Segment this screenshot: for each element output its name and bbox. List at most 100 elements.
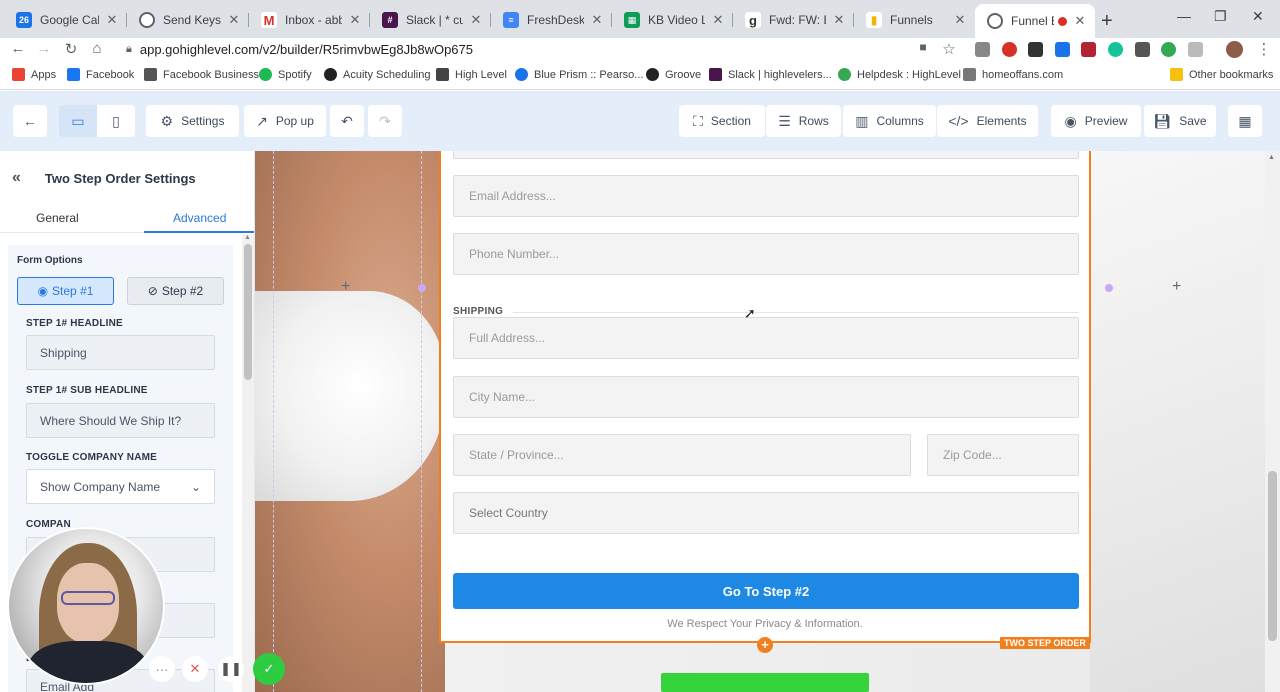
undo-button[interactable]: ↶ — [330, 105, 364, 137]
browser-tab[interactable]: ▮ Funnels ✕ — [854, 6, 975, 34]
two-step-order-form[interactable]: Email Address... Phone Number... SHIPPIN… — [439, 151, 1091, 643]
url-bar[interactable]: 🔒︎ app.gohighlevel.com/v2/builder/R5rimv… — [118, 38, 968, 60]
mobile-view-button[interactable]: ▯ — [97, 105, 135, 137]
add-column-icon[interactable]: + — [341, 278, 350, 296]
resize-handle[interactable] — [418, 284, 426, 292]
bookmark-spotify[interactable]: Spotify — [259, 68, 312, 81]
elements-button[interactable]: </> Elements — [937, 105, 1038, 137]
extension-icon[interactable] — [1161, 42, 1176, 57]
browser-tab-active[interactable]: Funnel Bu ✕ — [975, 4, 1095, 38]
extension-icon[interactable] — [1055, 42, 1070, 57]
rows-button[interactable]: ☰ Rows — [766, 105, 841, 137]
browser-tab[interactable]: ɡ Fwd: FW: Book ✕ — [733, 6, 854, 34]
city-field[interactable]: City Name... — [453, 376, 1079, 418]
bookmark-facebook[interactable]: Facebook — [67, 68, 134, 81]
redo-button[interactable]: ↷ — [368, 105, 402, 137]
bookmark-slack[interactable]: Slack | highlevelers... — [709, 68, 832, 81]
bookmark-groove[interactable]: Groove — [646, 68, 701, 81]
bookmark-blue-prism[interactable]: Blue Prism :: Pearso... — [515, 68, 643, 81]
close-icon[interactable]: ✕ — [469, 12, 483, 28]
add-element-icon[interactable]: + — [757, 637, 773, 653]
go-to-step2-button[interactable]: Go To Step #2 — [453, 573, 1079, 609]
canvas-scroll-thumb[interactable] — [1268, 471, 1277, 641]
close-icon[interactable]: ✕ — [1073, 13, 1087, 29]
extension-icon[interactable] — [1002, 42, 1017, 57]
step1-button[interactable]: ◉ Step #1 — [17, 277, 114, 305]
camera-icon[interactable]: ■ — [913, 40, 933, 54]
extension-icon[interactable] — [1028, 42, 1043, 57]
back-icon[interactable]: ← — [8, 40, 28, 57]
tab-advanced[interactable]: Advanced — [173, 211, 226, 225]
back-button[interactable]: ← — [13, 105, 47, 137]
bookmark-apps[interactable]: Apps — [12, 68, 56, 81]
browser-tab[interactable]: 26 Google Calendar ✕ — [4, 6, 127, 34]
maximize-icon[interactable]: ❐ — [1214, 8, 1227, 25]
step1-subheadline-input[interactable]: Where Should We Ship It? — [26, 403, 215, 438]
country-select[interactable]: Select Country — [453, 492, 1079, 534]
preview-button[interactable]: ◉ Preview — [1051, 105, 1141, 137]
green-button[interactable] — [661, 673, 869, 692]
address-field[interactable]: Full Address... — [453, 317, 1079, 359]
new-tab-button[interactable]: + — [1101, 10, 1113, 33]
zip-field[interactable]: Zip Code... — [927, 434, 1079, 476]
finish-recording-icon[interactable]: ✓ — [253, 653, 285, 685]
section-button[interactable]: ⛶ Section — [679, 105, 765, 137]
extension-icon[interactable] — [1108, 42, 1123, 57]
close-window-icon[interactable]: ✕ — [1252, 8, 1264, 25]
toggle-company-select[interactable]: Show Company Name ⌄ — [26, 469, 215, 504]
close-icon[interactable]: ✕ — [953, 12, 967, 28]
home-icon[interactable]: ⌂ — [87, 40, 107, 57]
forward-icon[interactable]: → — [34, 40, 54, 57]
panel-scrollbar[interactable]: ▲ — [242, 234, 254, 692]
step1-headline-input[interactable]: Shipping — [26, 335, 215, 370]
scroll-up-icon[interactable]: ▲ — [1268, 154, 1275, 161]
star-icon[interactable]: ☆ — [939, 40, 959, 58]
canvas-scrollbar[interactable]: ▲ — [1265, 151, 1280, 692]
close-icon[interactable]: ✕ — [590, 12, 604, 28]
email-field[interactable]: Email Address... — [453, 175, 1079, 217]
extension-icon[interactable] — [1135, 42, 1150, 57]
desktop-view-button[interactable]: ▭ — [59, 105, 97, 137]
tab-general[interactable]: General — [36, 211, 79, 225]
reload-icon[interactable]: ↻ — [61, 40, 81, 58]
browser-tab[interactable]: ▦ KB Video List - ✕ — [612, 6, 733, 34]
bookmark-acuity[interactable]: Acuity Scheduling — [324, 68, 430, 81]
popup-button[interactable]: ↗ Pop up — [244, 105, 326, 137]
bookmark-facebook-business[interactable]: Facebook Business — [144, 68, 259, 81]
bookmark-helpdesk[interactable]: Helpdesk : HighLevel — [838, 68, 961, 81]
close-icon[interactable]: ✕ — [832, 12, 846, 28]
close-icon[interactable]: ✕ — [227, 12, 241, 28]
browser-tab[interactable]: # Slack | * custo ✕ — [370, 6, 491, 34]
bookmark-high-level[interactable]: High Level — [436, 68, 507, 81]
step2-button[interactable]: ⊘ Step #2 — [127, 277, 224, 305]
double-chevron-left-icon[interactable]: « — [12, 169, 21, 187]
close-icon[interactable]: ✕ — [348, 12, 362, 28]
more-options-icon[interactable]: ··· — [149, 656, 175, 682]
bookmark-other[interactable]: Other bookmarks — [1170, 68, 1273, 81]
pause-recording-icon[interactable]: ❚❚ — [218, 656, 244, 682]
extension-icon[interactable] — [1188, 42, 1203, 57]
state-field[interactable]: State / Province... — [453, 434, 911, 476]
panel-scroll-thumb[interactable] — [244, 244, 252, 380]
name-field[interactable] — [453, 151, 1079, 159]
bookmark-homeoffans[interactable]: homeoffans.com — [963, 68, 1063, 81]
resize-handle[interactable] — [1105, 284, 1113, 292]
minimize-icon[interactable]: — — [1177, 8, 1191, 24]
close-icon[interactable]: ✕ — [105, 12, 119, 28]
extension-icon[interactable] — [975, 42, 990, 57]
browser-tab[interactable]: ≡ FreshDesk Tran ✕ — [491, 6, 612, 34]
avatar[interactable] — [1226, 41, 1243, 58]
browser-tab[interactable]: M Inbox - abby@ ✕ — [249, 6, 370, 34]
apps-menu-button[interactable]: ▦ — [1228, 105, 1262, 137]
settings-button[interactable]: ⚙ Settings — [146, 105, 239, 137]
columns-button[interactable]: ▥ Columns — [843, 105, 936, 137]
menu-kebab-icon[interactable]: ⋮ — [1254, 40, 1274, 58]
cancel-recording-icon[interactable]: ✕ — [182, 656, 208, 682]
scroll-up-icon[interactable]: ▲ — [244, 234, 251, 241]
save-button[interactable]: 💾︎ Save — [1144, 105, 1216, 137]
browser-tab[interactable]: Send Keys and ✕ — [127, 6, 249, 34]
extension-icon[interactable] — [1081, 42, 1096, 57]
close-icon[interactable]: ✕ — [711, 12, 725, 28]
phone-field[interactable]: Phone Number... — [453, 233, 1079, 275]
add-column-icon[interactable]: + — [1172, 278, 1181, 296]
